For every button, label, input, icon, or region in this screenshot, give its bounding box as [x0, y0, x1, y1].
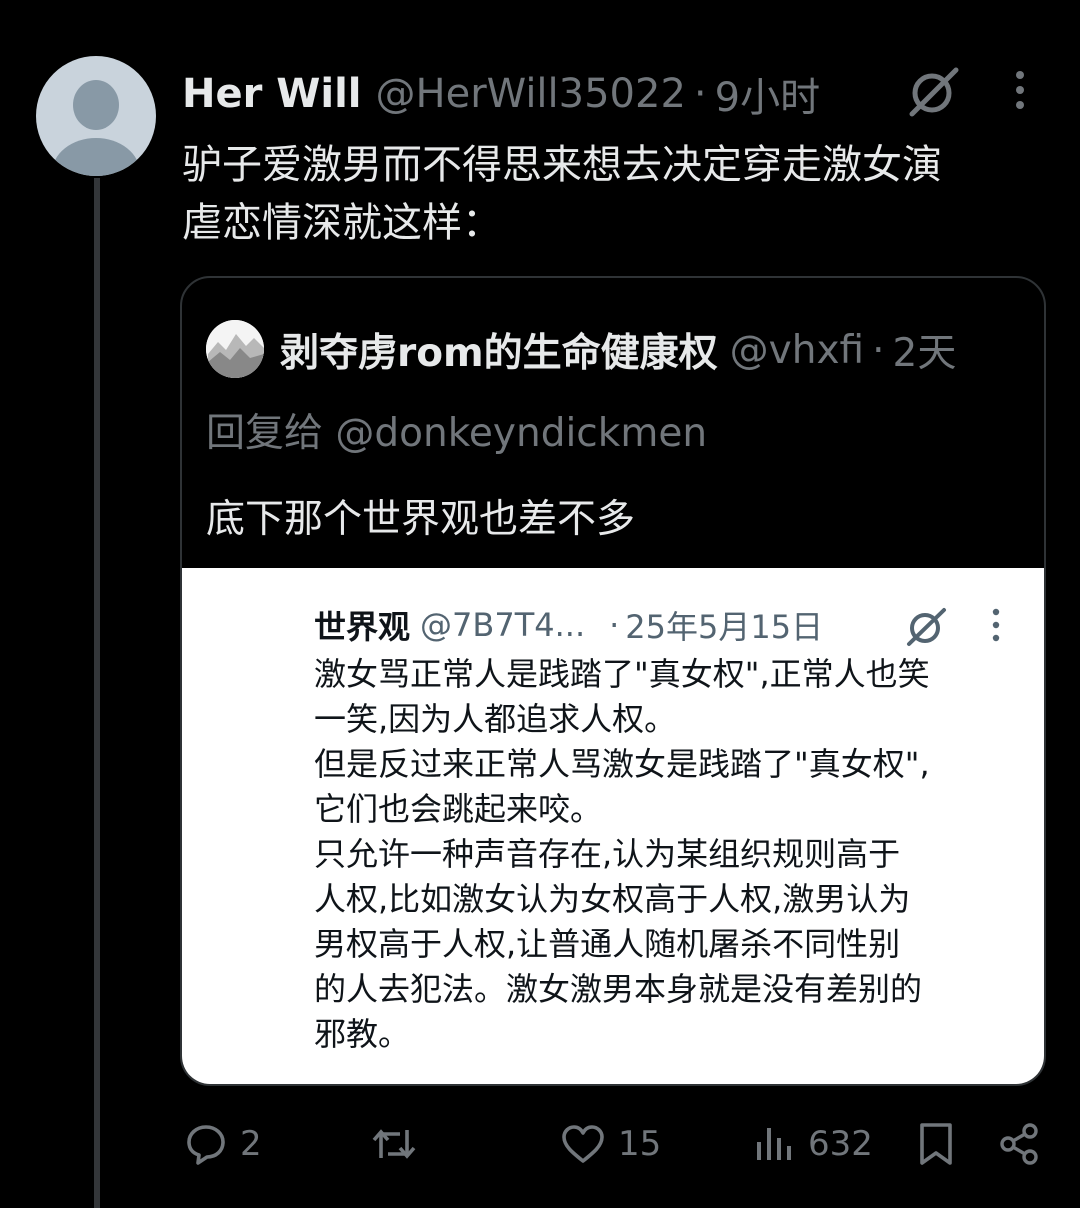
header-separator: · — [693, 71, 707, 117]
quote-header: 剥夺虏rom的生命健康权 @vhxfi · 2天 — [280, 320, 956, 380]
views-bars-icon — [757, 1128, 791, 1160]
like-button[interactable]: 15 — [560, 1114, 661, 1174]
bookmark-button[interactable] — [916, 1114, 956, 1174]
quoted-post-card[interactable]: 剥夺虏rom的生命健康权 @vhxfi · 2天 回复给 @donkeyndic… — [180, 276, 1046, 1086]
share-button[interactable] — [998, 1114, 1040, 1174]
tweet-text-line: 驴子爱激男而不得思来想去决定穿走激女演 — [182, 142, 942, 188]
action-bar: 2 15 632 — [0, 1114, 1080, 1174]
embedded-body: 激女骂正常人是践踏了"真女权",正常人也笑 一笑,因为人都追求人权。 但是反过来… — [314, 652, 1024, 1057]
thread-line — [94, 178, 100, 1208]
repost-button[interactable] — [370, 1114, 430, 1174]
grok-icon[interactable] — [906, 66, 962, 118]
reply-count: 2 — [240, 1124, 262, 1164]
embedded-line: 激女骂正常人是践踏了"真女权",正常人也笑 — [314, 655, 930, 693]
reply-bubble-icon — [187, 1125, 225, 1165]
author-handle[interactable]: @HerWill35022 — [376, 71, 686, 117]
embedded-line: 的人去犯法。激女激男本身就是没有差别的 — [314, 970, 923, 1008]
embedded-grok-icon — [907, 608, 946, 646]
embedded-line: 男权高于人权,让普通人随机屠杀不同性别 — [314, 925, 901, 963]
embedded-screenshot[interactable]: 世界观 @7B7T4... · 25年5月15日 激女骂正常人是践踏了"真女权"… — [182, 568, 1044, 1084]
views-button[interactable]: 632 — [752, 1114, 873, 1174]
repost-icon — [372, 1129, 416, 1159]
views-count: 632 — [808, 1124, 873, 1164]
author-name[interactable]: Her Will — [182, 71, 362, 117]
embedded-line: 人权,比如激女认为女权高于人权,激男认为 — [314, 880, 911, 918]
tweet-text-line: 虐恋情深就这样： — [182, 200, 502, 246]
avatar-shoulders — [52, 138, 140, 176]
embedded-header: 世界观 @7B7T4... · 25年5月15日 — [314, 600, 823, 650]
embedded-author-handle: @7B7T4... — [420, 606, 586, 644]
post-time[interactable]: 9小时 — [715, 65, 820, 123]
share-icon — [1000, 1123, 1038, 1165]
quote-time[interactable]: 2天 — [893, 322, 957, 378]
embedded-more-dots-icon — [992, 608, 1000, 642]
more-dots-icon[interactable] — [1006, 70, 1034, 110]
quote-author-name[interactable]: 剥夺虏rom的生命健康权 — [280, 322, 718, 378]
author-avatar[interactable] — [36, 56, 156, 176]
reply-to-label: 回复给 @donkeyndickmen — [206, 411, 708, 456]
embedded-separator: · — [609, 606, 620, 644]
like-count: 15 — [618, 1124, 662, 1164]
heart-icon — [562, 1125, 604, 1163]
tweet-header: Her Will @HerWill35022 · 9小时 — [182, 66, 820, 122]
quote-author-handle[interactable]: @vhxfi — [730, 328, 864, 373]
reply-button[interactable]: 2 — [184, 1114, 262, 1174]
embedded-date: 25年5月15日 — [625, 608, 824, 646]
quote-separator: · — [872, 327, 885, 373]
embedded-author-name: 世界观 — [314, 608, 411, 646]
tweet-text: 驴子爱激男而不得思来想去决定穿走激女演 虐恋情深就这样： — [182, 136, 1052, 252]
embedded-line: 只允许一种声音存在,认为某组织规则高于 — [314, 835, 901, 873]
embedded-line: 它们也会跳起来咬。 — [314, 790, 603, 828]
quote-author-avatar[interactable] — [206, 320, 264, 378]
bookmark-icon — [920, 1123, 952, 1165]
embedded-line: 但是反过来正常人骂激女是践踏了"真女权", — [314, 745, 930, 783]
avatar-head — [73, 80, 119, 130]
quote-text: 底下那个世界观也差不多 — [206, 497, 636, 542]
embedded-line: 邪教。 — [314, 1015, 411, 1053]
embedded-line: 一笑,因为人都追求人权。 — [314, 700, 677, 738]
